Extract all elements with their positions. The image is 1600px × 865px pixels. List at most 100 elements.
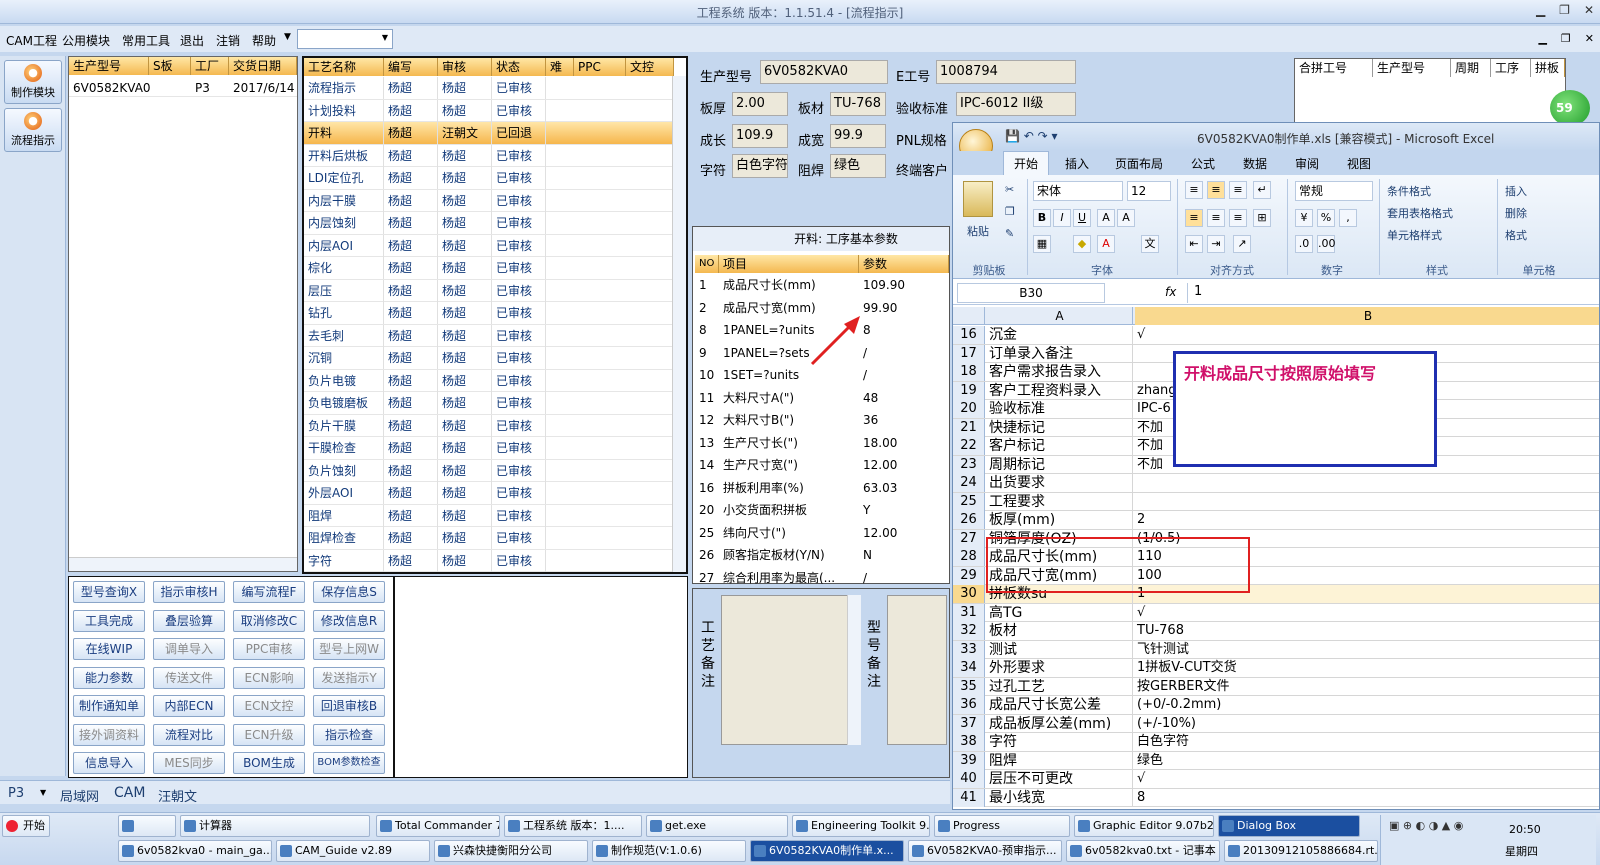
row-number[interactable]: 27: [953, 529, 985, 548]
sheet-row[interactable]: 32 板材 TU-768: [953, 622, 1599, 641]
action-button[interactable]: 传送文件: [153, 666, 225, 689]
col-reviewer[interactable]: 审核: [438, 58, 492, 76]
table-row[interactable]: 1 成品尺寸长(mm) 109.90: [693, 274, 949, 297]
tray-icons[interactable]: ▣ ⊕ ◐ ◑ ▲ ◉: [1389, 819, 1463, 832]
col-writer[interactable]: 编写: [384, 58, 438, 76]
phonetic-icon[interactable]: 文: [1141, 235, 1159, 253]
thick-field[interactable]: 2.00: [732, 92, 788, 116]
col-header-b[interactable]: B: [1135, 307, 1599, 325]
action-button[interactable]: 指示检查: [313, 723, 385, 746]
table-row[interactable]: 阻焊检查 杨超 杨超 已审核: [304, 527, 672, 550]
cell-a[interactable]: 过孔工艺: [987, 677, 1133, 696]
action-button[interactable]: BOM参数检查: [313, 752, 385, 774]
action-button[interactable]: PPC审核: [233, 638, 305, 660]
action-button[interactable]: ECN影响: [233, 666, 305, 689]
table-row[interactable]: 层压 杨超 杨超 已审核: [304, 279, 672, 302]
sheet-row[interactable]: 40 层压不可更改 √: [953, 770, 1599, 789]
cell-a[interactable]: 订单录入备注: [987, 344, 1133, 363]
row-number[interactable]: 28: [953, 548, 985, 566]
percent-icon[interactable]: %: [1317, 209, 1335, 227]
sheet-row[interactable]: 26 板厚(mm) 2: [953, 511, 1599, 530]
row-number[interactable]: 38: [953, 733, 985, 751]
table-row[interactable]: 阻焊 杨超 杨超 已审核: [304, 504, 672, 527]
nav-flow-instruction[interactable]: ● 流程指示: [4, 108, 62, 152]
col-date[interactable]: 交货日期: [229, 57, 297, 75]
menu-combo[interactable]: ▼: [297, 29, 393, 49]
mdi-close-icon[interactable]: ✕: [1585, 32, 1594, 45]
row-number[interactable]: 18: [953, 363, 985, 381]
cell-a[interactable]: 板厚(mm): [987, 511, 1133, 529]
cell-b[interactable]: 1拼板V-CUT交货: [1135, 659, 1595, 677]
model-notes-field[interactable]: [887, 595, 947, 745]
model-field[interactable]: 6V0582KVA0: [760, 60, 888, 84]
action-button[interactable]: 流程对比: [153, 723, 225, 746]
action-button[interactable]: 型号上网W: [313, 638, 385, 660]
orientation-icon[interactable]: ↗: [1233, 235, 1251, 253]
col-merge-cycle[interactable]: 周期: [1451, 59, 1491, 77]
cell-b[interactable]: 白色字符: [1135, 733, 1595, 751]
menu-logout[interactable]: 注销: [216, 32, 240, 49]
taskbar-item[interactable]: [118, 815, 176, 837]
cell-a[interactable]: 验收标准: [987, 400, 1133, 418]
row-number[interactable]: 35: [953, 677, 985, 696]
row-number[interactable]: 22: [953, 437, 985, 455]
table-row[interactable]: 6V0582KVA0 P3 2017/6/14: [69, 77, 297, 97]
taskbar-item[interactable]: 6V0582KVA0制作单.x...: [750, 840, 904, 862]
char-field[interactable]: 白色字符: [732, 154, 788, 178]
increase-indent-icon[interactable]: ⇥: [1207, 235, 1225, 253]
col-status[interactable]: 状态: [492, 58, 546, 76]
chevron-down-icon[interactable]: ▼: [40, 788, 46, 797]
len-field[interactable]: 109.9: [732, 124, 788, 148]
action-button[interactable]: 能力参数: [73, 666, 145, 689]
tab-insert[interactable]: 插入: [1065, 155, 1089, 172]
table-row[interactable]: 负电镀磨板 杨超 杨超 已审核: [304, 392, 672, 415]
align-left-icon[interactable]: ≡: [1185, 209, 1203, 227]
name-box[interactable]: B30: [957, 283, 1105, 303]
table-row[interactable]: 13 生产尺寸长(") 18.00: [693, 432, 949, 455]
sheet-row[interactable]: 36 成品尺寸长宽公差 (+0/-0.2mm): [953, 696, 1599, 715]
table-row[interactable]: 沉铜 杨超 杨超 已审核: [304, 347, 672, 370]
taskbar-item[interactable]: Progress: [934, 815, 1070, 837]
col-merge-no[interactable]: 合拼工号: [1295, 59, 1373, 77]
table-row[interactable]: 20 小交货面积拼板 Y: [693, 499, 949, 522]
action-button[interactable]: 回退审核B: [313, 695, 385, 717]
cell-b[interactable]: 绿色: [1135, 752, 1595, 770]
action-button[interactable]: ECN文控: [233, 695, 305, 717]
cell-b[interactable]: (+/-10%): [1135, 715, 1595, 733]
cell-a[interactable]: 周期标记: [987, 455, 1133, 474]
cell-a[interactable]: 字符: [987, 733, 1133, 751]
action-button[interactable]: 修改信息R: [313, 609, 385, 632]
table-row[interactable]: 开料 杨超 汪朝文 已回退: [304, 122, 672, 145]
taskbar-item[interactable]: 6v0582kva0.txt - 记事本: [1066, 840, 1220, 862]
sheet-row[interactable]: 37 成品板厚公差(mm) (+/-10%): [953, 714, 1599, 733]
bold-icon[interactable]: B: [1033, 209, 1051, 227]
cell-b[interactable]: √: [1135, 326, 1595, 344]
quick-access-icons[interactable]: 💾 ↶ ↷ ▾: [1005, 129, 1058, 143]
action-button[interactable]: 编写流程F: [233, 581, 305, 603]
menu-cam[interactable]: CAM工程: [6, 32, 57, 49]
col-value[interactable]: 参数: [859, 255, 949, 273]
table-row[interactable]: 负片电镀 杨超 杨超 已审核: [304, 369, 672, 392]
cell-b[interactable]: 2: [1135, 511, 1595, 529]
table-row[interactable]: 字符 杨超 杨超 已审核: [304, 549, 672, 572]
action-button[interactable]: 保存信息S: [313, 581, 385, 603]
format-as-table-button[interactable]: 套用表格格式: [1387, 205, 1453, 221]
tab-page-layout[interactable]: 页面布局: [1115, 155, 1163, 172]
col-ppc[interactable]: PPC: [574, 58, 626, 76]
col-item[interactable]: 项目: [719, 255, 859, 273]
col-merge-model[interactable]: 生产型号: [1373, 59, 1451, 77]
table-row[interactable]: 负片蚀刻 杨超 杨超 已审核: [304, 459, 672, 482]
menu-common[interactable]: 公用模块: [62, 32, 110, 49]
table-row[interactable]: 27 综合利用率为最高(... /: [693, 567, 949, 590]
font-size-select[interactable]: 12: [1127, 181, 1171, 201]
sheet-row[interactable]: 16 沉金 √: [953, 326, 1599, 345]
taskbar-item[interactable]: 工程系统 版本：1....: [504, 815, 642, 837]
row-number[interactable]: 23: [953, 455, 985, 474]
table-row[interactable]: 内层干膜 杨超 杨超 已审核: [304, 189, 672, 212]
action-button[interactable]: 叠层验算: [153, 609, 225, 632]
table-row[interactable]: 干膜检查 杨超 杨超 已审核: [304, 437, 672, 460]
row-number[interactable]: 17: [953, 344, 985, 363]
row-number[interactable]: 40: [953, 770, 985, 788]
fill-color-icon[interactable]: ◆: [1073, 235, 1091, 253]
sheet-row[interactable]: 39 阻焊 绿色: [953, 751, 1599, 770]
